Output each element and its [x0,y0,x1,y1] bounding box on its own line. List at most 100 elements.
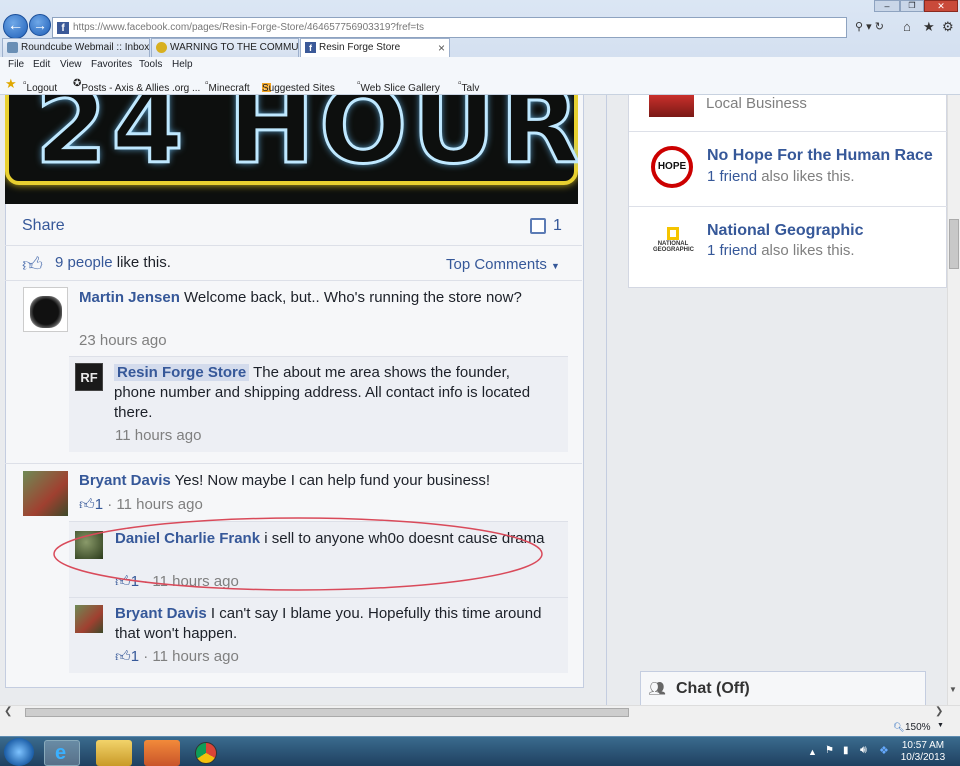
reply-box: RF Resin Forge Store The about me area s… [69,356,568,452]
comment-time[interactable]: 11 hours ago [116,496,202,513]
page-friends: 1 friend also likes this. [707,168,855,185]
chevron-down-icon[interactable]: ▼ [937,722,944,729]
zoom-level[interactable]: 150% [905,722,931,733]
scroll-left-arrow-icon[interactable]: ❮ [4,706,12,717]
zoom-icon: 🔍︎ [893,722,905,732]
natgeo-thumb[interactable]: NATIONAL GEOGRAPHIC [653,225,694,259]
media-player-taskbar-icon[interactable] [144,740,180,766]
friends-link[interactable]: 1 friend [707,242,757,259]
top-comments-dropdown[interactable]: Top Comments ▼ [446,256,560,273]
tray-dropbox-icon[interactable]: ❖ [879,744,889,757]
reply-time[interactable]: 11 hours ago [115,427,201,444]
fav-talv[interactable]: ▫ Talv [458,78,479,94]
explorer-taskbar-icon[interactable] [96,740,132,766]
share-link[interactable]: Share [22,217,65,235]
avatar[interactable] [23,287,68,332]
search-refresh-controls[interactable]: ⚲ ▾ ↻ [855,20,884,33]
comment-author[interactable]: Bryant Davis [79,472,171,489]
scroll-right-arrow-icon[interactable]: ❯ [935,706,943,717]
avatar[interactable]: RF [75,363,103,391]
close-window-button[interactable]: ✕ [924,0,958,12]
avatar-figure [30,296,62,328]
fav-label: Talv [461,83,480,94]
maximize-button[interactable]: ❐ [900,0,924,12]
fav-web-slice[interactable]: ▫ Web Slice Gallery [357,78,440,94]
fav-logout[interactable]: ▫ Logout [23,78,57,94]
horizontal-scrollbar[interactable]: ❮ ❯ [0,705,960,719]
no-hope-thumb[interactable]: HOPE [651,146,693,188]
chat-bar[interactable]: 👥︎ Chat (Off) [640,671,926,705]
reply-meta: 👍︎1 · 11 hours ago [115,648,239,666]
fav-label: Posts - Axis & Allies .org ... [81,83,201,94]
like-thumb-icon[interactable]: 👍︎ [79,496,95,513]
favorites-bar: ★ ▫ Logout ✪ Posts - Axis & Allies .org … [0,73,960,95]
tab-close-icon[interactable]: × [438,41,445,55]
tray-volume-icon[interactable]: 🔊︎ [860,744,867,757]
tab-label: Resin Forge Store [319,42,401,53]
vertical-scrollbar[interactable]: ▼ [947,95,960,705]
favorites-star-icon[interactable]: ★ [923,19,935,35]
home-icon[interactable]: ⌂ [903,19,911,34]
comment-meta: 👍︎1 · 11 hours ago [79,496,203,514]
local-business-label: Local Business [706,95,807,112]
reply-body: Resin Forge Store The about me area show… [114,363,554,423]
like-thumb-icon[interactable]: 👍︎ [115,648,131,665]
chat-label: Chat (Off) [676,680,750,697]
comment-time[interactable]: 23 hours ago [79,332,167,349]
menu-view[interactable]: View [60,59,82,70]
reply-author[interactable]: Bryant Davis [115,605,207,622]
friends-link[interactable]: 1 friend [707,168,757,185]
menu-edit[interactable]: Edit [33,59,50,70]
menu-tools[interactable]: Tools [139,59,162,70]
avatar[interactable] [75,605,103,633]
tray-flag-icon[interactable]: ⚑ [825,745,834,756]
avatar[interactable] [23,471,68,516]
ie-taskbar-icon[interactable]: e [44,740,80,766]
reply-body: Bryant Davis I can't say I blame you. Ho… [115,604,555,644]
menu-help[interactable]: Help [172,59,193,70]
page-name-link[interactable]: No Hope For the Human Race [707,147,933,165]
comment-count[interactable]: 1 [553,217,562,235]
chrome-taskbar-icon[interactable] [195,742,217,764]
favorites-star-icon[interactable]: ★ [5,76,17,92]
tools-gear-icon[interactable]: ⚙ [942,19,954,35]
fav-axis-allies[interactable]: ✪ Posts - Axis & Allies .org ... [73,78,200,94]
divider [5,245,582,246]
fav-label: Logout [26,83,58,94]
back-button[interactable]: ← [3,14,28,39]
scroll-down-arrow-icon[interactable]: ▼ [949,685,957,694]
start-button[interactable] [4,738,34,766]
tab-warning[interactable]: WARNING TO THE COMMUNI... [151,38,299,57]
tray-arrow-icon[interactable]: ▲ [808,747,817,757]
chat-people-icon: 👥︎ [648,680,666,696]
forward-button[interactable]: → [29,14,51,36]
post-photo[interactable]: 24 HOURS [5,95,578,204]
tray-network-icon[interactable]: ▮ [843,745,849,756]
tab-resin-forge-store[interactable]: f Resin Forge Store × [300,38,450,57]
menu-file[interactable]: File [8,59,24,70]
meta-dot: · [107,496,117,513]
tab-label: Roundcube Webmail :: Inbox [21,42,150,53]
menu-bar: File Edit View Favorites Tools Help [0,57,960,73]
address-url: https://www.facebook.com/pages/Resin-For… [73,22,425,33]
tab-roundcube[interactable]: Roundcube Webmail :: Inbox [2,38,150,57]
clock-time: 10:57 AM [901,740,945,751]
reply-author[interactable]: Resin Forge Store [114,364,250,381]
comment-author[interactable]: Martin Jensen [79,289,180,306]
like-count[interactable]: 1 [95,496,103,513]
likes-people-link[interactable]: 9 people [55,254,113,271]
fav-minecraft[interactable]: ▫ Minecraft [205,78,250,94]
address-bar[interactable]: f https://www.facebook.com/pages/Resin-F… [52,17,847,38]
menu-favorites[interactable]: Favorites [91,59,132,70]
local-business-thumb[interactable] [649,95,694,117]
minimize-button[interactable]: – [874,0,900,12]
column-divider [606,95,607,705]
tray-clock[interactable]: 10:57 AM 10/3/2013 [898,740,948,764]
comment-count-icon[interactable] [530,218,546,234]
reply-time[interactable]: 11 hours ago [152,648,238,665]
scrollbar-thumb[interactable] [25,708,629,717]
scrollbar-thumb[interactable] [949,219,959,269]
page-name-link[interactable]: National Geographic [707,222,863,240]
like-count[interactable]: 1 [131,648,139,665]
comment-text: Welcome back, but.. Who's running the st… [184,289,522,306]
